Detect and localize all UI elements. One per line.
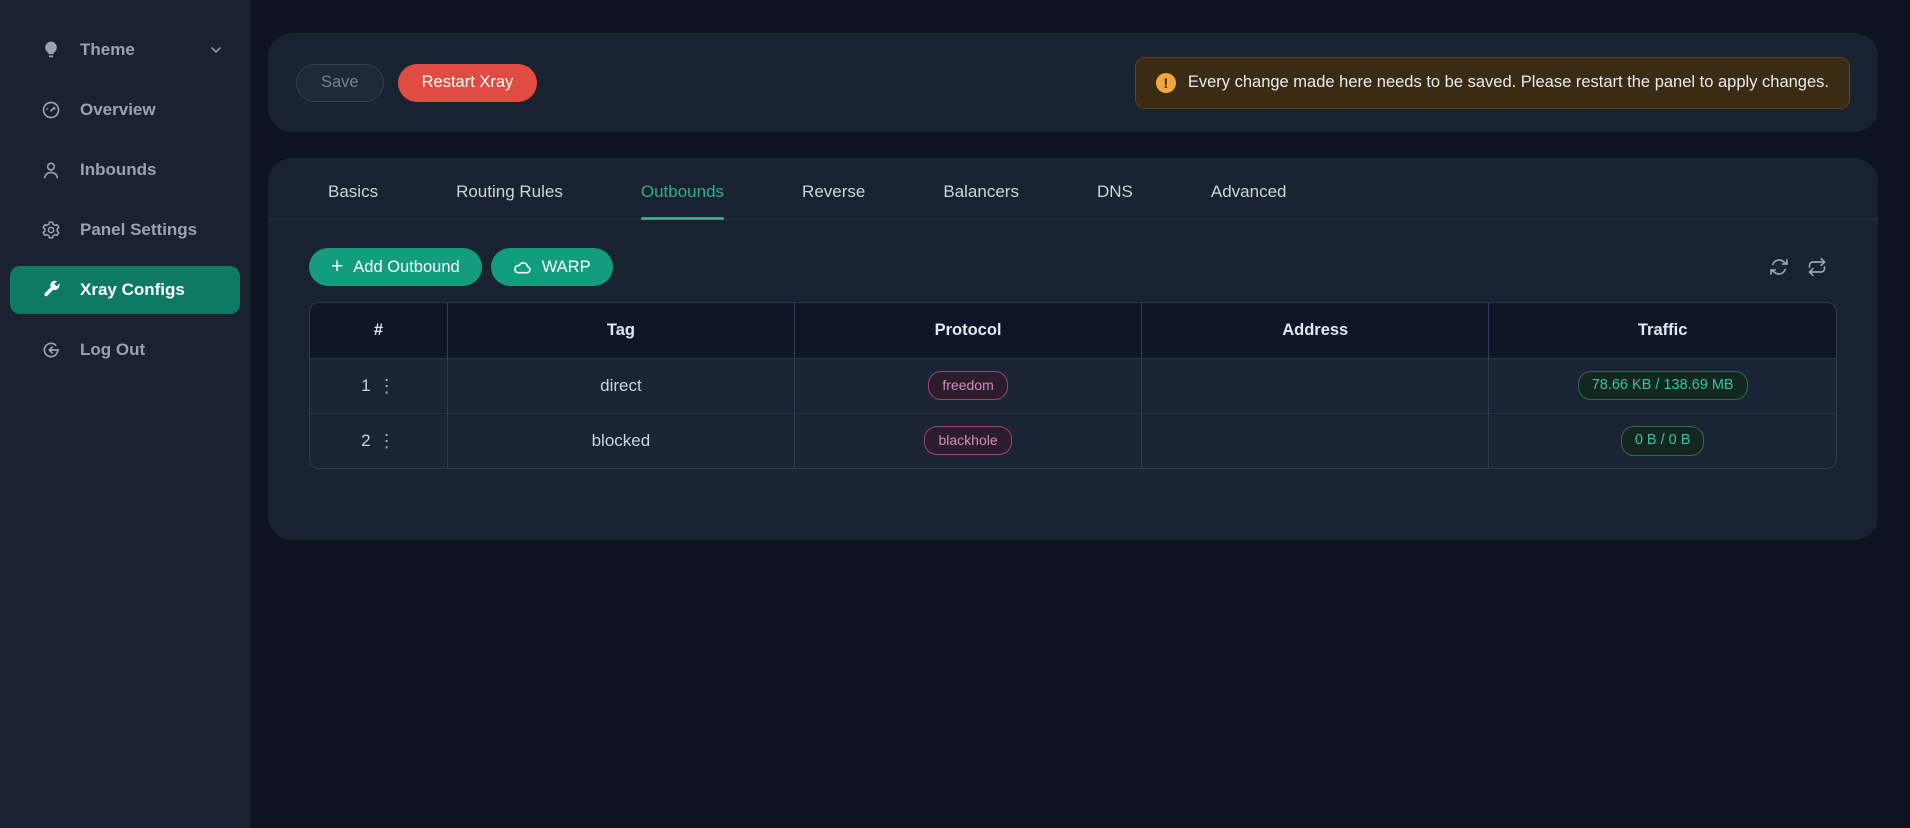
sidebar-item-theme[interactable]: Theme <box>10 26 240 74</box>
table-row: 2 ⋮ blocked blackhole 0 B / 0 B <box>310 413 1836 468</box>
outbounds-actions-row: + Add Outbound WARP <box>309 248 1837 286</box>
gear-icon <box>40 219 62 241</box>
tab-advanced[interactable]: Advanced <box>1211 158 1287 219</box>
warp-button[interactable]: WARP <box>491 248 613 286</box>
sidebar-item-overview[interactable]: Overview <box>10 86 240 134</box>
unsaved-changes-alert: ! Every change made here needs to be sav… <box>1135 57 1850 109</box>
col-header-protocol: Protocol <box>794 303 1141 358</box>
dashboard-icon <box>40 99 62 121</box>
sidebar-item-label: Theme <box>80 40 135 60</box>
main-content: Save Restart Xray ! Every change made he… <box>250 0 1910 828</box>
save-button[interactable]: Save <box>296 64 384 102</box>
sidebar-item-xray-configs[interactable]: Xray Configs <box>10 266 240 314</box>
outbounds-table: # Tag Protocol Address Traffic 1 <box>309 302 1837 469</box>
col-header-index: # <box>310 303 447 358</box>
col-header-traffic: Traffic <box>1489 303 1836 358</box>
sidebar-item-label: Panel Settings <box>80 220 197 240</box>
xray-panel-app: Theme Overview Inbounds Panel Settings <box>0 0 1910 828</box>
tab-reverse[interactable]: Reverse <box>802 158 865 219</box>
alert-message: Every change made here needs to be saved… <box>1188 73 1829 92</box>
sidebar-item-label: Overview <box>80 100 156 120</box>
tab-balancers[interactable]: Balancers <box>943 158 1019 219</box>
tab-dns[interactable]: DNS <box>1097 158 1133 219</box>
chevron-down-icon <box>208 42 224 58</box>
tab-routing-rules[interactable]: Routing Rules <box>456 158 563 219</box>
col-header-address: Address <box>1142 303 1489 358</box>
warning-icon: ! <box>1156 73 1176 93</box>
tab-basics[interactable]: Basics <box>328 158 378 219</box>
protocol-badge: freedom <box>928 371 1007 400</box>
row-menu-icon[interactable]: ⋮ <box>378 377 396 395</box>
add-outbound-label: Add Outbound <box>353 258 459 277</box>
traffic-badge: 78.66 KB / 138.69 MB <box>1578 371 1748 401</box>
add-outbound-button[interactable]: + Add Outbound <box>309 248 482 286</box>
row-address <box>1142 358 1489 413</box>
sidebar-item-label: Inbounds <box>80 160 156 180</box>
cloud-icon <box>513 258 532 277</box>
sidebar-item-log-out[interactable]: Log Out <box>10 326 240 374</box>
col-header-tag: Tag <box>447 303 794 358</box>
bulb-icon <box>40 39 62 61</box>
toolbar-card: Save Restart Xray ! Every change made he… <box>268 33 1878 132</box>
row-menu-icon[interactable]: ⋮ <box>378 432 396 450</box>
sidebar-item-label: Xray Configs <box>80 280 185 300</box>
traffic-badge: 0 B / 0 B <box>1621 426 1705 456</box>
sidebar: Theme Overview Inbounds Panel Settings <box>0 0 250 828</box>
sidebar-item-inbounds[interactable]: Inbounds <box>10 146 240 194</box>
row-index: 2 <box>361 431 370 451</box>
repeat-icon[interactable] <box>1807 257 1827 277</box>
logout-icon <box>40 339 62 361</box>
sidebar-item-label: Log Out <box>80 340 145 360</box>
config-tabs: Basics Routing Rules Outbounds Reverse B… <box>268 158 1878 220</box>
refresh-icon[interactable] <box>1769 257 1789 277</box>
warp-label: WARP <box>542 258 591 277</box>
xray-configs-card: Basics Routing Rules Outbounds Reverse B… <box>268 158 1878 540</box>
row-index: 1 <box>361 376 370 396</box>
plus-icon: + <box>331 256 343 277</box>
user-icon <box>40 159 62 181</box>
wrench-icon <box>40 279 62 301</box>
table-header-row: # Tag Protocol Address Traffic <box>310 303 1836 358</box>
row-tag: blocked <box>447 413 794 468</box>
table-row: 1 ⋮ direct freedom 78.66 KB / 138.69 MB <box>310 358 1836 413</box>
restart-xray-button[interactable]: Restart Xray <box>398 64 538 102</box>
sidebar-item-panel-settings[interactable]: Panel Settings <box>10 206 240 254</box>
tab-outbounds[interactable]: Outbounds <box>641 158 724 219</box>
row-tag: direct <box>447 358 794 413</box>
protocol-badge: blackhole <box>924 426 1011 455</box>
row-address <box>1142 413 1489 468</box>
